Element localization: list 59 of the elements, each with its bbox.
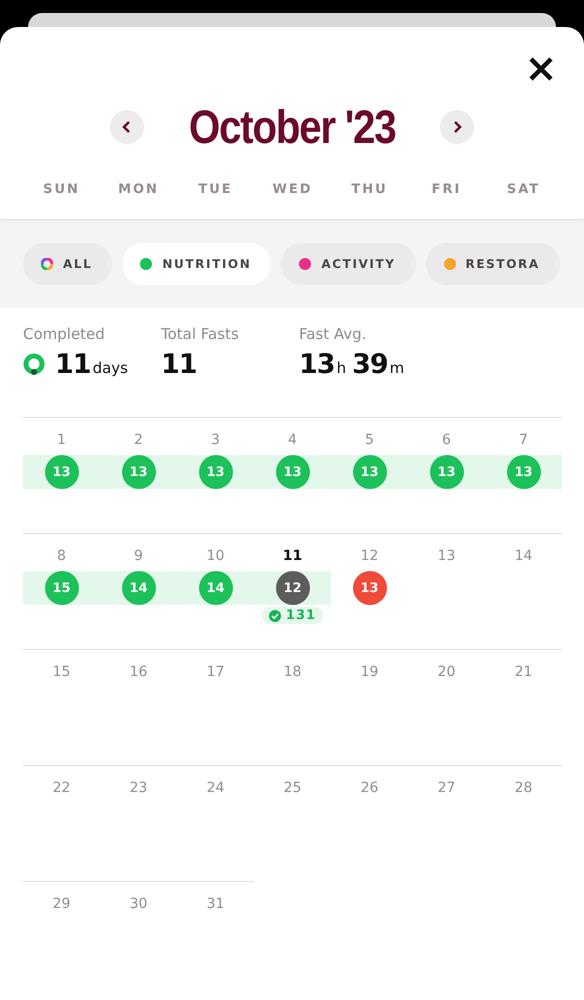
day-number: 1 bbox=[57, 432, 66, 449]
day-number: 25 bbox=[284, 780, 302, 797]
weekday-label: SUN bbox=[43, 182, 80, 197]
previous-month-button[interactable] bbox=[110, 110, 144, 144]
weekday-label: FRI bbox=[432, 182, 462, 197]
day-number: 4 bbox=[288, 432, 297, 449]
check-icon bbox=[268, 610, 281, 622]
day-number: 15 bbox=[52, 664, 70, 681]
stat-label: Total Fasts bbox=[161, 325, 240, 343]
multicolor-ring-icon bbox=[41, 258, 53, 270]
day-number: 13 bbox=[438, 548, 456, 565]
month-title: October '23 bbox=[188, 99, 396, 154]
day-number: 23 bbox=[130, 780, 148, 797]
day-number: 5 bbox=[365, 432, 374, 449]
day-number: 3 bbox=[211, 432, 220, 449]
weekday-label: SAT bbox=[506, 182, 540, 197]
day-number: 8 bbox=[57, 548, 66, 565]
next-month-button[interactable] bbox=[440, 110, 474, 144]
day-number: 27 bbox=[438, 780, 456, 797]
day-number: 30 bbox=[130, 896, 148, 913]
day-number: 6 bbox=[442, 432, 451, 449]
weekday-label: WED bbox=[272, 182, 312, 197]
filter-chip[interactable]: RESTORA bbox=[426, 243, 560, 285]
filter-chip[interactable]: ACTIVITY bbox=[281, 243, 416, 285]
chevron-left-icon bbox=[120, 120, 133, 134]
day-number: 31 bbox=[206, 896, 224, 913]
fast-hours-badge[interactable]: 13 bbox=[352, 571, 386, 605]
day-number: 20 bbox=[438, 664, 456, 681]
day-number: 11 bbox=[282, 548, 302, 565]
filter-chip[interactable]: ALL bbox=[23, 243, 112, 285]
stat-label: Fast Avg. bbox=[299, 325, 368, 343]
day-number: 22 bbox=[52, 780, 70, 797]
streak-count: 131 bbox=[262, 607, 324, 624]
day-number: 21 bbox=[514, 664, 532, 681]
stat-value: 13 h bbox=[299, 349, 346, 380]
stat-value: 39 m bbox=[352, 349, 404, 380]
weekday-label: THU bbox=[351, 182, 388, 197]
day-number: 18 bbox=[284, 664, 302, 681]
weekday-label: MON bbox=[118, 182, 159, 197]
chevron-right-icon bbox=[451, 120, 464, 134]
day-number: 28 bbox=[514, 780, 532, 797]
day-number: 26 bbox=[360, 780, 378, 797]
day-number: 2 bbox=[134, 432, 143, 449]
progress-ring-icon bbox=[23, 352, 45, 376]
filter-chip[interactable]: NUTRITION bbox=[122, 243, 272, 285]
day-number: 16 bbox=[130, 664, 148, 681]
stat-value: 11 days bbox=[55, 349, 128, 380]
day-number: 19 bbox=[360, 664, 378, 681]
day-number: 17 bbox=[206, 664, 224, 681]
stat-value: 11 bbox=[161, 349, 197, 380]
day-number: 10 bbox=[206, 548, 224, 565]
weekday-label: TUE bbox=[198, 182, 233, 197]
day-number: 12 bbox=[360, 548, 378, 565]
day-number: 14 bbox=[514, 548, 532, 565]
day-number: 7 bbox=[519, 432, 528, 449]
stat-label: Completed bbox=[23, 325, 106, 343]
day-number: 29 bbox=[52, 896, 70, 913]
day-number: 9 bbox=[134, 548, 143, 565]
day-number: 24 bbox=[206, 780, 224, 797]
